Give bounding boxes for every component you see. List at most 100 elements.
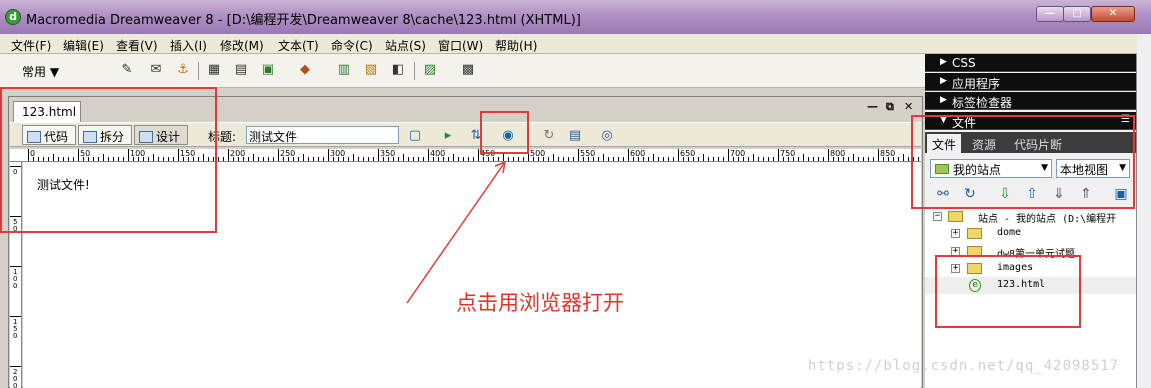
ruler-minor-tick: [608, 157, 609, 161]
menu-file[interactable]: 文件(F): [11, 37, 51, 54]
menu-site[interactable]: 站点(S): [385, 37, 426, 54]
date-icon[interactable]: ▥: [335, 61, 353, 79]
ruler-minor-tick: [648, 157, 649, 161]
ruler-tick: [428, 149, 429, 161]
ruler-minor-tick: [873, 157, 874, 161]
insert-category-dropdown[interactable]: 常用 ▼: [22, 63, 59, 80]
separator: [198, 62, 199, 80]
ruler-tick: [578, 149, 579, 161]
media-icon[interactable]: ◆: [296, 61, 314, 79]
refresh-design-view-icon[interactable]: ↻: [538, 127, 560, 144]
ruler-minor-tick: [483, 157, 484, 161]
ruler-minor-tick: [263, 157, 264, 161]
ruler-minor-tick: [523, 157, 524, 161]
ruler-minor-tick: [403, 154, 404, 161]
expand-icon[interactable]: +: [951, 229, 960, 238]
ruler-minor-tick: [883, 157, 884, 161]
ruler-minor-tick: [683, 157, 684, 161]
visual-aids-eye-icon[interactable]: ◎: [596, 127, 618, 144]
ruler-minor-tick: [643, 157, 644, 161]
collapse-icon[interactable]: −: [933, 212, 942, 221]
ruler-minor-tick: [463, 157, 464, 161]
menu-edit[interactable]: 编辑(E): [63, 37, 104, 54]
ruler-minor-tick: [408, 157, 409, 161]
ruler-minor-tick: [308, 157, 309, 161]
ruler-minor-tick: [293, 157, 294, 161]
doc-close-button[interactable]: ✕: [904, 100, 913, 113]
menu-window[interactable]: 窗口(W): [438, 37, 483, 54]
css-panel-header[interactable]: ▶ CSS: [925, 54, 1136, 72]
ruler-minor-tick: [838, 157, 839, 161]
table-icon[interactable]: ▦: [205, 61, 223, 79]
menu-text[interactable]: 文本(T): [278, 37, 319, 54]
ruler-minor-tick: [258, 157, 259, 161]
ruler-minor-tick: [623, 157, 624, 161]
ruler-minor-tick: [548, 157, 549, 161]
validate-markup-icon[interactable]: ▢: [404, 127, 426, 144]
ruler-minor-tick: [763, 157, 764, 161]
layer-icon[interactable]: ▤: [232, 61, 250, 79]
hyperlink-icon[interactable]: ✎: [118, 61, 136, 79]
separator: [414, 62, 415, 80]
ruler-minor-tick: [498, 157, 499, 161]
ruler-minor-tick: [233, 157, 234, 161]
application-panel-header[interactable]: ▶ 应用程序: [925, 73, 1136, 91]
tree-row-site[interactable]: − 站点 - 我的站点 (D:\编程开: [925, 208, 1136, 225]
ruler-minor-tick: [518, 157, 519, 161]
menu-help[interactable]: 帮助(H): [495, 37, 537, 54]
image-icon[interactable]: ▣: [259, 61, 277, 79]
ruler-minor-tick: [698, 157, 699, 161]
document-title-input[interactable]: 测试文件: [246, 126, 399, 144]
vruler-label: 200: [13, 368, 18, 388]
desktop-edge: [1137, 34, 1151, 388]
ruler-minor-tick: [513, 157, 514, 161]
ruler-minor-tick: [438, 157, 439, 161]
ruler-minor-tick: [393, 157, 394, 161]
ruler-minor-tick: [818, 157, 819, 161]
ruler-minor-tick: [458, 157, 459, 161]
named-anchor-icon[interactable]: ⚓: [174, 61, 192, 79]
expand-triangle-icon: ▶: [940, 76, 947, 86]
menu-view[interactable]: 查看(V): [116, 37, 158, 54]
ruler-minor-tick: [568, 157, 569, 161]
ruler-minor-tick: [843, 157, 844, 161]
ruler-minor-tick: [893, 157, 894, 161]
tree-row-folder[interactable]: + dome: [925, 225, 1136, 242]
ruler-minor-tick: [603, 154, 604, 161]
ruler-tick: [278, 149, 279, 161]
menu-insert[interactable]: 插入(I): [170, 37, 207, 54]
ruler-minor-tick: [553, 154, 554, 161]
ruler-minor-tick: [733, 157, 734, 161]
email-link-icon[interactable]: ✉: [147, 61, 165, 79]
ruler-minor-tick: [808, 157, 809, 161]
close-button[interactable]: ✕: [1091, 6, 1135, 22]
file-management-icon[interactable]: ▸: [437, 127, 459, 144]
templates-icon[interactable]: ◧: [389, 61, 407, 79]
ruler-tick: [678, 149, 679, 161]
minimize-button[interactable]: —: [1036, 6, 1064, 22]
ruler-minor-tick: [383, 157, 384, 161]
ruler-minor-tick: [813, 157, 814, 161]
ruler-minor-tick: [583, 157, 584, 161]
ruler-minor-tick: [558, 157, 559, 161]
menu-modify[interactable]: 修改(M): [220, 37, 264, 54]
ruler-minor-tick: [493, 157, 494, 161]
head-tags-icon[interactable]: ▨: [421, 61, 439, 79]
ruler-minor-tick: [348, 157, 349, 161]
view-options-icon[interactable]: ▤: [564, 127, 586, 144]
ruler-minor-tick: [453, 154, 454, 161]
menu-commands[interactable]: 命令(C): [331, 37, 373, 54]
doc-minimize-button[interactable]: —: [867, 100, 878, 113]
ruler-minor-tick: [638, 157, 639, 161]
ruler-minor-tick: [768, 157, 769, 161]
ruler-minor-tick: [848, 157, 849, 161]
doc-restore-button[interactable]: ⧉: [886, 100, 894, 114]
maximize-button[interactable]: □: [1063, 6, 1091, 22]
tag-inspector-panel-header[interactable]: ▶ 标签检查器: [925, 92, 1136, 110]
tag-chooser-icon[interactable]: ▩: [459, 61, 477, 79]
ruler-minor-tick: [888, 157, 889, 161]
comment-icon[interactable]: ▧: [362, 61, 380, 79]
ruler-minor-tick: [868, 157, 869, 161]
annotation-box-file: [935, 255, 1081, 328]
ruler-tick: [778, 149, 779, 161]
